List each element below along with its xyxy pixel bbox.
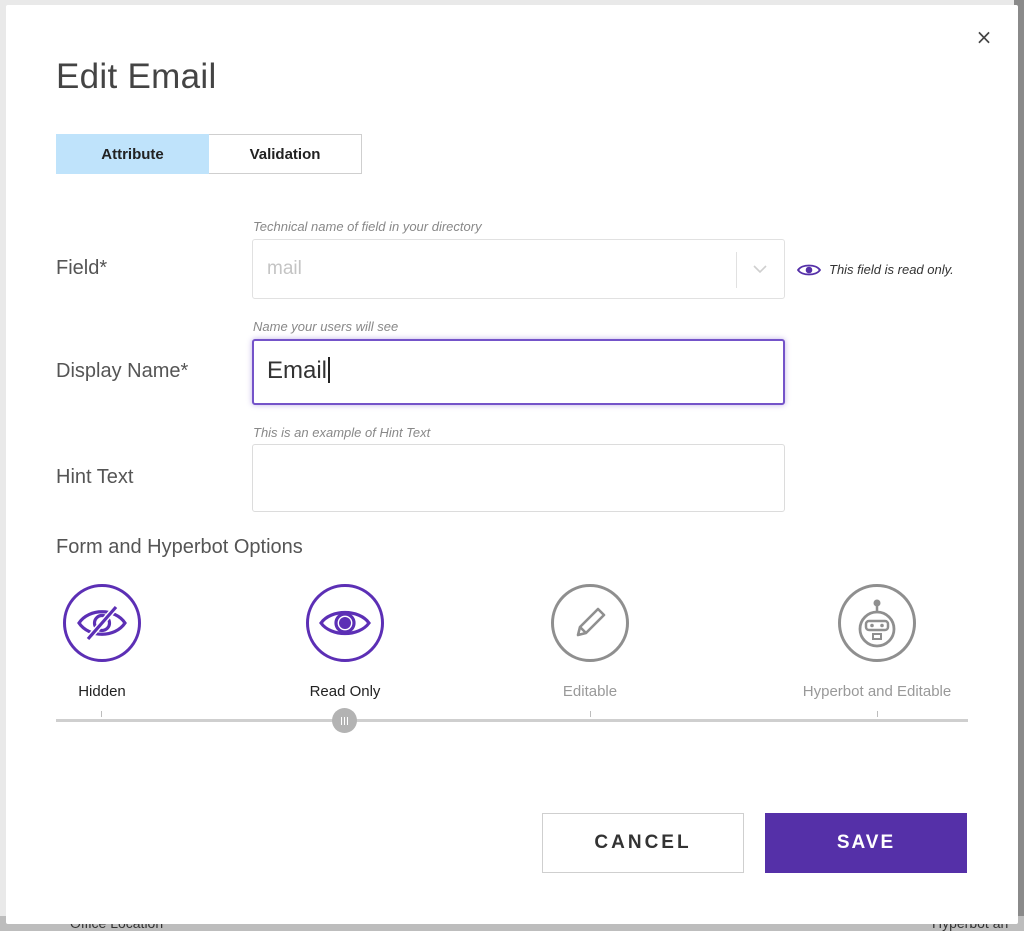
option-hidden[interactable]: Hidden (17, 584, 187, 700)
option-read-only-label: Read Only (309, 683, 381, 700)
options-slider-handle[interactable] (332, 708, 357, 733)
eye-icon (319, 610, 371, 636)
chevron-down-icon (753, 265, 767, 274)
tab-attribute[interactable]: Attribute (56, 134, 209, 174)
slider-tick (877, 711, 878, 717)
edit-dialog: × Edit Email Attribute Validation Techni… (6, 5, 1018, 924)
dialog-title: Edit Email (56, 57, 217, 96)
option-editable-label: Editable (562, 683, 618, 700)
text-caret (328, 357, 330, 383)
hint-text-hint: This is an example of Hint Text (253, 425, 431, 440)
save-button[interactable]: SAVE (765, 813, 967, 873)
display-name-label: Display Name* (56, 360, 189, 382)
option-hyperbot-editable-label: Hyperbot and Editable (802, 683, 952, 700)
tab-bar: Attribute Validation (56, 134, 362, 174)
field-select-value: mail (267, 258, 302, 279)
display-name-input[interactable]: Email (252, 339, 785, 405)
option-read-only-circle[interactable] (306, 584, 384, 662)
field-select[interactable]: mail (252, 239, 785, 299)
field-label: Field* (56, 257, 108, 279)
option-editable-circle[interactable] (551, 584, 629, 662)
display-name-value: Email (267, 357, 328, 384)
options-section-title: Form and Hyperbot Options (56, 536, 303, 558)
field-hint: Technical name of field in your director… (253, 219, 482, 234)
select-divider (736, 252, 737, 288)
hint-text-input[interactable] (252, 444, 785, 512)
option-editable[interactable]: Editable (505, 584, 675, 700)
cancel-button[interactable]: CANCEL (542, 813, 744, 873)
slider-tick (101, 711, 102, 717)
robot-icon (858, 599, 896, 648)
close-icon[interactable]: × (974, 27, 994, 47)
option-hyperbot-editable-circle[interactable] (838, 584, 916, 662)
option-hidden-label: Hidden (78, 683, 126, 700)
hint-text-label: Hint Text (56, 466, 134, 488)
readonly-note-text: This field is read only. (829, 262, 954, 277)
pencil-icon (576, 607, 606, 637)
options-slider-track[interactable] (56, 719, 968, 722)
option-hidden-circle[interactable] (63, 584, 141, 662)
slider-tick (590, 711, 591, 717)
eye-slash-icon (77, 605, 127, 641)
display-name-hint: Name your users will see (253, 319, 399, 334)
eye-icon (797, 264, 821, 275)
grip-icon (341, 716, 348, 725)
tab-validation[interactable]: Validation (209, 134, 362, 174)
readonly-note: This field is read only. (797, 262, 954, 277)
option-read-only[interactable]: Read Only (260, 584, 430, 700)
option-hyperbot-editable[interactable]: Hyperbot and Editable (792, 584, 962, 700)
